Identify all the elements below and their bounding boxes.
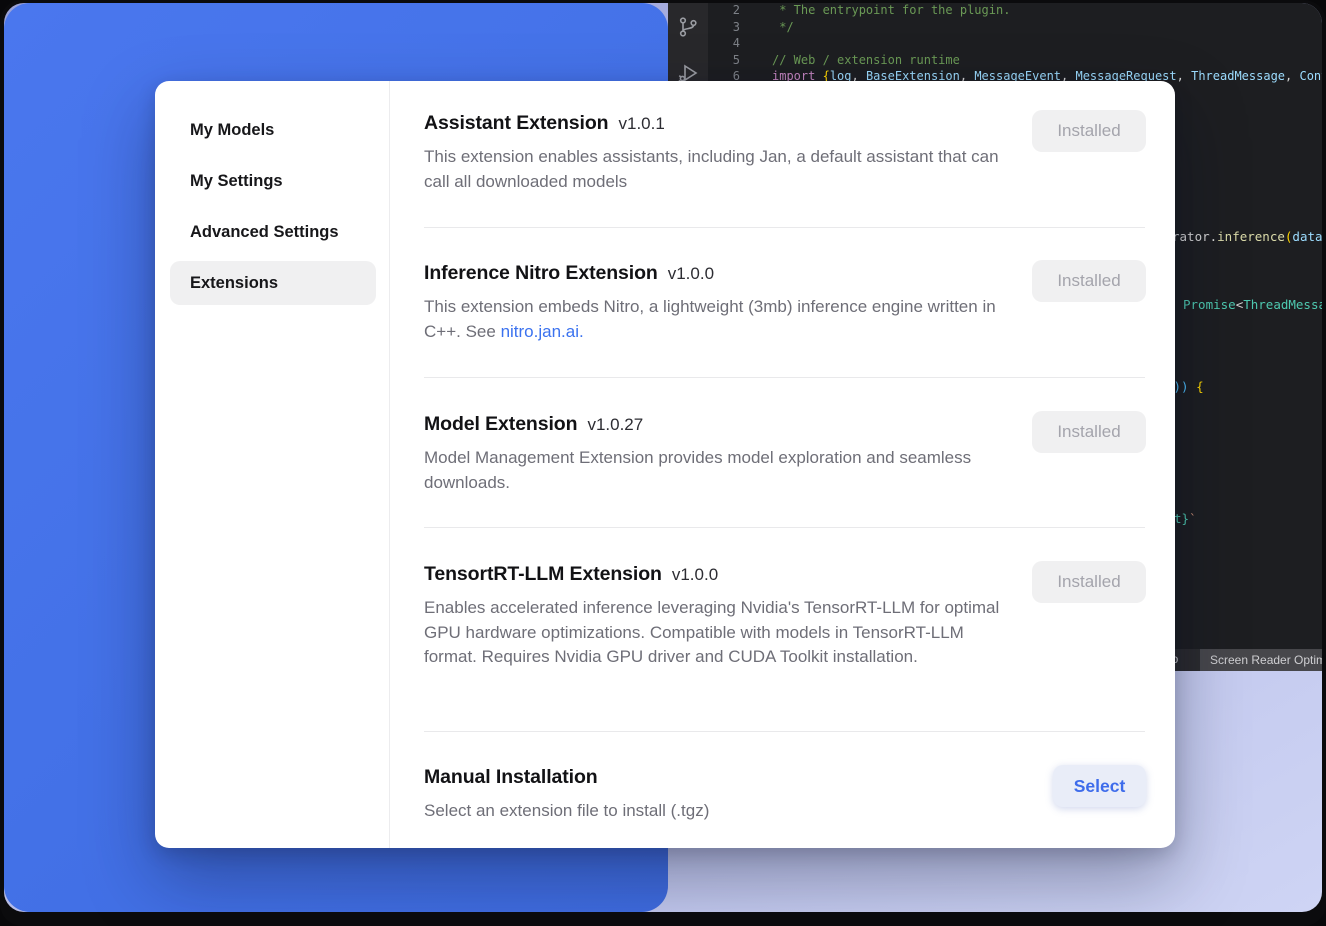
installed-button[interactable]: Installed <box>1032 561 1146 603</box>
app-screenshot: 23456 * The entrypoint for the plugin. *… <box>0 0 1326 926</box>
settings-modal: My Models My Settings Advanced Settings … <box>155 81 1175 848</box>
extension-name: TensortRT-LLM Extension <box>424 563 662 585</box>
extension-row: TensortRT-LLM Extension v1.0.0 Enables ac… <box>424 560 1146 670</box>
sidebar-item-my-models[interactable]: My Models <box>170 108 376 152</box>
installed-button[interactable]: Installed <box>1032 260 1146 302</box>
select-file-button[interactable]: Select <box>1053 765 1146 807</box>
settings-sidebar: My Models My Settings Advanced Settings … <box>155 81 390 848</box>
code-lines: * The entrypoint for the plugin. */ // W… <box>772 3 1322 85</box>
row-divider <box>424 731 1145 732</box>
extensions-list: Assistant Extension v1.0.1 This extension… <box>424 81 1146 848</box>
manual-installation-row: Manual Installation Select an extension … <box>424 763 1146 824</box>
manual-installation-title: Manual Installation <box>424 766 598 788</box>
extension-heading: Manual Installation <box>424 763 1146 791</box>
sidebar-item-my-settings[interactable]: My Settings <box>170 159 376 203</box>
extension-row: Model Extension v1.0.27 Model Management … <box>424 410 1146 495</box>
row-divider <box>424 227 1145 228</box>
extension-name: Model Extension <box>424 413 577 435</box>
screen-reader-status[interactable]: Screen Reader Optimize <box>1200 649 1322 671</box>
extension-version: v1.0.0 <box>668 264 714 283</box>
extension-description: Model Management Extension provides mode… <box>424 446 1012 495</box>
extension-version: v1.0.1 <box>618 114 664 133</box>
extension-description: This extension enables assistants, inclu… <box>424 145 1012 194</box>
line-numbers: 23456 <box>706 3 740 85</box>
extension-description: Enables accelerated inference leveraging… <box>424 596 1012 670</box>
row-divider <box>424 527 1145 528</box>
extension-row: Assistant Extension v1.0.1 This extension… <box>424 109 1146 194</box>
extension-row: Inference Nitro Extension v1.0.0 This ext… <box>424 259 1146 344</box>
extension-version: v1.0.0 <box>672 565 718 584</box>
row-divider <box>424 377 1145 378</box>
extension-name: Assistant Extension <box>424 112 608 134</box>
sidebar-item-extensions[interactable]: Extensions <box>170 261 376 305</box>
extension-description: This extension embeds Nitro, a lightweig… <box>424 295 1012 344</box>
extension-version: v1.0.27 <box>587 415 643 434</box>
manual-installation-description: Select an extension file to install (.tg… <box>424 799 1012 824</box>
installed-button[interactable]: Installed <box>1032 411 1146 453</box>
source-control-icon[interactable] <box>676 15 700 39</box>
installed-button[interactable]: Installed <box>1032 110 1146 152</box>
extension-name: Inference Nitro Extension <box>424 262 658 284</box>
nitro-jan-ai-link[interactable]: nitro.jan.ai. <box>501 322 584 341</box>
sidebar-item-advanced-settings[interactable]: Advanced Settings <box>170 210 376 254</box>
